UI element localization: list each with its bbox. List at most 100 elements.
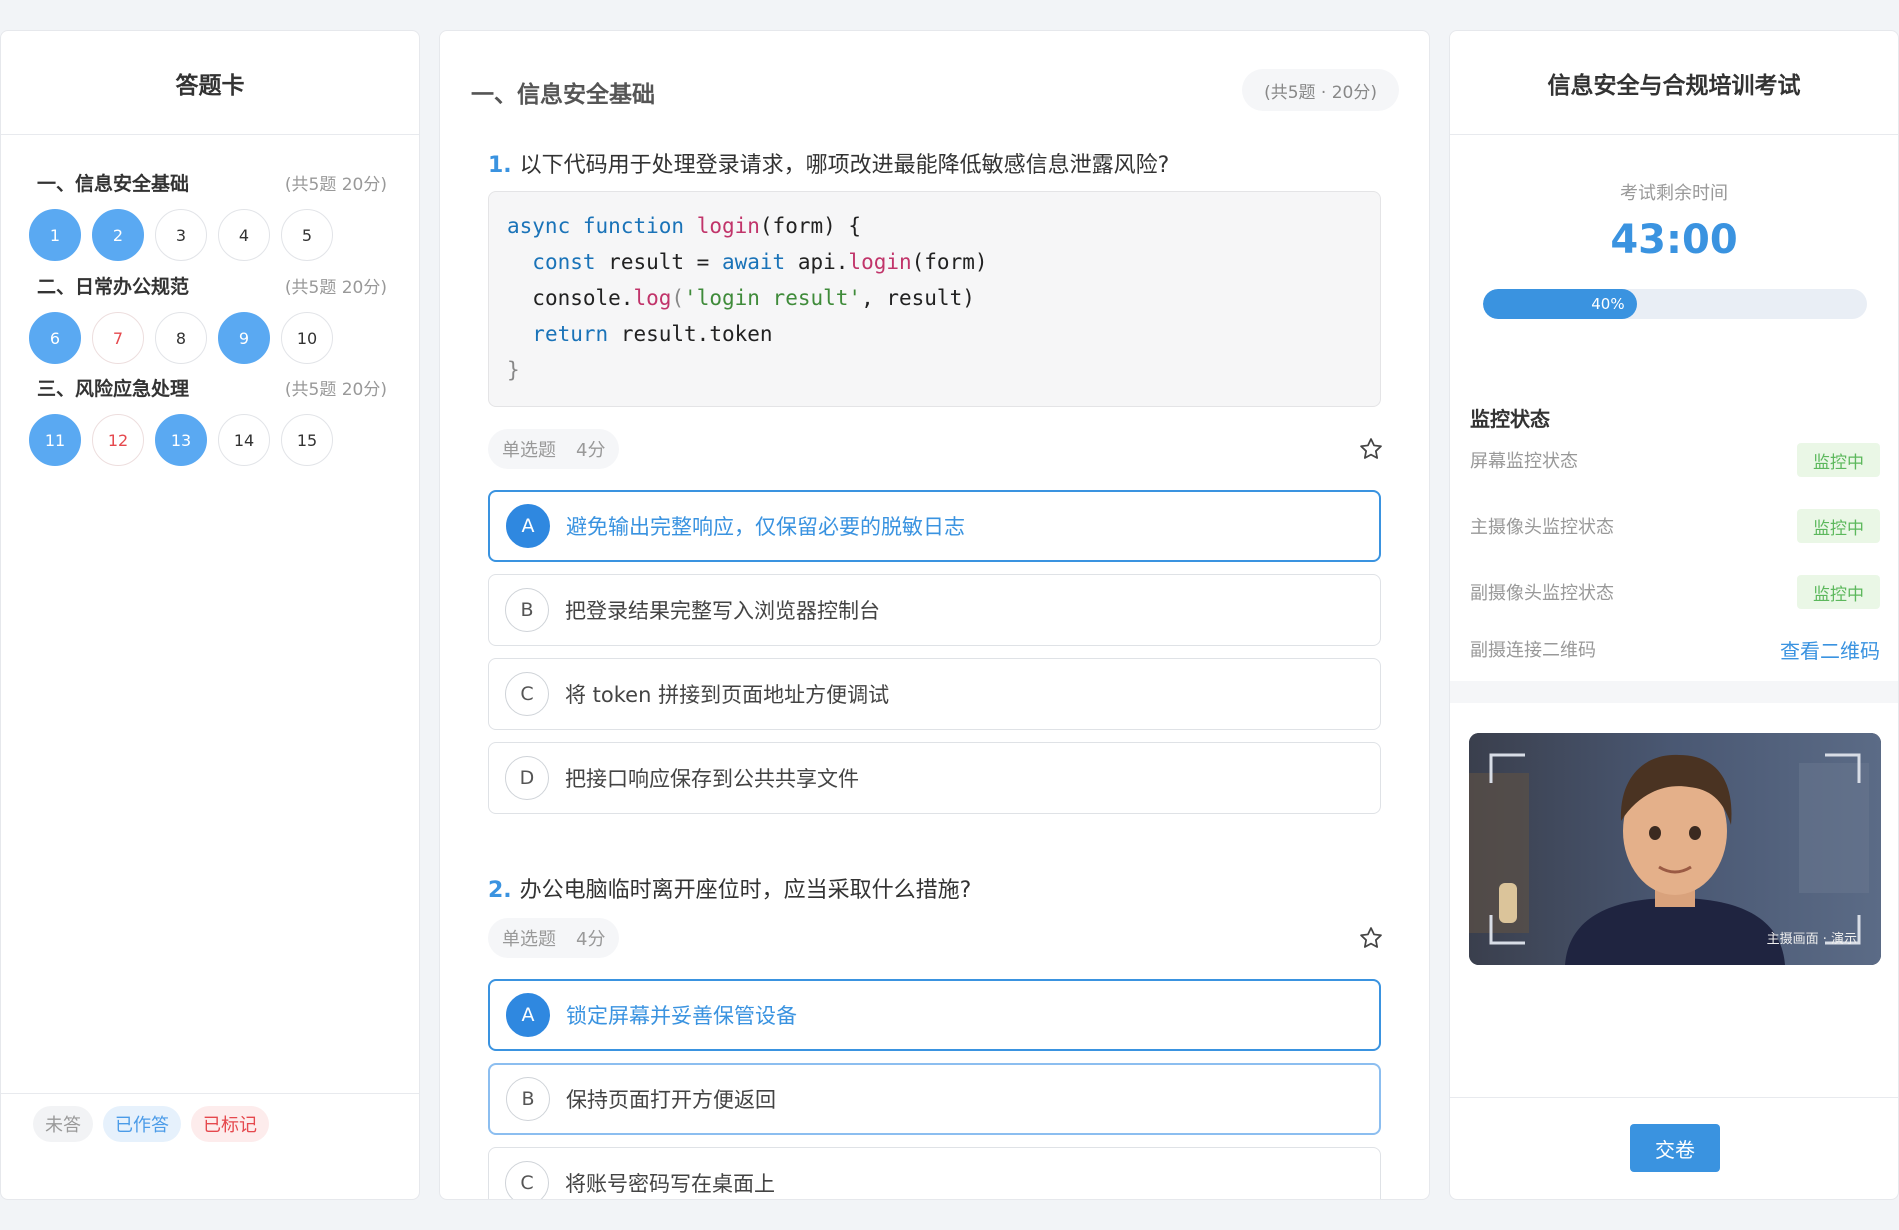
section-heading: 一、信息安全基础 <box>471 82 655 108</box>
code-token: result.token <box>620 322 773 346</box>
monitor-status-badge: 监控中 <box>1797 575 1880 609</box>
question-score: 4分 <box>576 440 606 461</box>
question-1-option-d[interactable]: D 把接口响应保存到公共共享文件 <box>488 742 1381 814</box>
option-letter: B <box>505 588 549 632</box>
option-text: 将账号密码写在桌面上 <box>565 1172 775 1196</box>
code-token: (form) <box>911 250 988 274</box>
option-text: 锁定屏幕并妥善保管设备 <box>566 1004 797 1028</box>
question-number-8[interactable]: 8 <box>155 312 207 364</box>
question-number-1[interactable]: 1 <box>29 209 81 261</box>
code-token: await <box>721 250 786 274</box>
monitor-title: 监控状态 <box>1470 407 1550 431</box>
code-token: , result) <box>861 286 975 310</box>
code-token: console. <box>532 286 634 310</box>
question-number-15[interactable]: 15 <box>281 414 333 466</box>
monitor-row-qr: 副摄连接二维码 查看二维码 <box>1470 631 1880 667</box>
question-2-meta: 单选题 4分 <box>488 918 620 958</box>
option-text: 将 token 拼接到页面地址方便调试 <box>565 683 890 707</box>
code-token: ( <box>671 286 685 310</box>
question-number-label: 2. <box>488 878 512 903</box>
answer-card-title: 答题卡 <box>1 31 419 135</box>
submit-exam-button[interactable]: 交卷 <box>1630 1124 1720 1172</box>
code-token: function <box>582 214 685 238</box>
section-subtitle: (共5题 20分) <box>284 175 387 195</box>
section-title: 二、日常办公规范 <box>37 276 190 298</box>
question-type: 单选题 <box>502 440 556 461</box>
legend-marked: 已标记 <box>191 1106 269 1142</box>
option-letter: C <box>505 1161 549 1199</box>
question-number-14[interactable]: 14 <box>218 414 270 466</box>
question-type: 单选题 <box>502 929 556 950</box>
option-text: 避免输出完整响应，仅保留必要的脱敏日志 <box>566 515 965 539</box>
question-number-9[interactable]: 9 <box>218 312 270 364</box>
star-icon[interactable] <box>1358 925 1384 951</box>
legend-answered: 已作答 <box>103 1106 181 1142</box>
question-2-option-a[interactable]: A 锁定屏幕并妥善保管设备 <box>488 979 1381 1051</box>
monitor-label: 副摄像头监控状态 <box>1470 583 1614 604</box>
star-icon[interactable] <box>1358 436 1384 462</box>
progress-fill: 40% <box>1483 289 1637 319</box>
section-subtitle: (共5题 20分) <box>284 278 387 298</box>
question-text: 办公电脑临时离开座位时，应当采取什么措施? <box>519 878 972 903</box>
code-token: const <box>532 250 596 274</box>
question-number-label: 1. <box>488 153 512 178</box>
option-letter: D <box>505 756 549 800</box>
monitor-label: 屏幕监控状态 <box>1470 451 1578 472</box>
code-token: login <box>848 250 912 274</box>
option-letter: B <box>506 1077 550 1121</box>
exam-info-panel: 信息安全与合规培训考试 考试剩余时间 43:00 40% 监控状态 屏幕监控状态… <box>1449 30 1899 1200</box>
question-number-13[interactable]: 13 <box>155 414 207 466</box>
question-text: 以下代码用于处理登录请求，哪项改进最能降低敏感信息泄露风险? <box>519 153 1170 178</box>
question-1-title: 1. 以下代码用于处理登录请求，哪项改进最能降低敏感信息泄露风险? <box>488 147 1169 179</box>
question-number-row: 1 2 3 4 5 <box>29 209 333 261</box>
question-2-title: 2. 办公电脑临时离开座位时，应当采取什么措施? <box>488 872 971 904</box>
question-2-option-b[interactable]: B 保持页面打开方便返回 <box>488 1063 1381 1135</box>
option-text: 把接口响应保存到公共共享文件 <box>565 767 859 791</box>
code-block: async function login(form) { const resul… <box>488 191 1381 407</box>
question-number-7[interactable]: 7 <box>92 312 144 364</box>
question-number-10[interactable]: 10 <box>281 312 333 364</box>
question-1-option-b[interactable]: B 把登录结果完整写入浏览器控制台 <box>488 574 1381 646</box>
countdown-timer: 43:00 <box>1610 217 1738 263</box>
code-token: api. <box>797 250 849 274</box>
section-title: 三、风险应急处理 <box>37 378 190 400</box>
question-1-option-a[interactable]: A 避免输出完整响应，仅保留必要的脱敏日志 <box>488 490 1381 562</box>
monitor-row-main-camera: 主摄像头监控状态 监控中 <box>1470 508 1880 544</box>
option-letter: C <box>505 672 549 716</box>
question-number-3[interactable]: 3 <box>155 209 207 261</box>
code-token: (form) { <box>759 214 862 238</box>
monitor-status-badge: 监控中 <box>1797 443 1880 477</box>
monitor-row-screen: 屏幕监控状态 监控中 <box>1470 442 1880 478</box>
camera-preview: 主摄画面 · 演示 <box>1469 733 1881 965</box>
question-number-12[interactable]: 12 <box>92 414 144 466</box>
monitor-row-sub-camera: 副摄像头监控状态 监控中 <box>1470 574 1880 610</box>
monitor-status-badge: 监控中 <box>1797 509 1880 543</box>
question-number-6[interactable]: 6 <box>29 312 81 364</box>
option-letter: A <box>506 504 550 548</box>
question-2-option-c[interactable]: C 将账号密码写在桌面上 <box>488 1147 1381 1199</box>
question-number-11[interactable]: 11 <box>29 414 81 466</box>
question-1-option-c[interactable]: C 将 token 拼接到页面地址方便调试 <box>488 658 1381 730</box>
option-letter: A <box>506 993 550 1037</box>
code-token: login <box>696 214 760 238</box>
question-panel: 一、信息安全基础 (共5题 · 20分) 1. 以下代码用于处理登录请求，哪项改进… <box>439 30 1430 1200</box>
section-title: 一、信息安全基础 <box>37 173 190 195</box>
code-token: result = <box>608 250 722 274</box>
camera-caption: 主摄画面 · 演示 <box>1766 932 1857 947</box>
view-qr-link[interactable]: 查看二维码 <box>1780 635 1880 664</box>
legend-unanswered: 未答 <box>33 1106 93 1142</box>
question-number-row: 6 7 8 9 10 <box>29 312 333 364</box>
section-subtitle: (共5题 20分) <box>284 380 387 400</box>
question-number-2[interactable]: 2 <box>92 209 144 261</box>
question-number-4[interactable]: 4 <box>218 209 270 261</box>
timer-label: 考试剩余时间 <box>1620 183 1728 204</box>
panel-divider <box>1450 681 1898 703</box>
question-number-5[interactable]: 5 <box>281 209 333 261</box>
question-1-meta: 单选题 4分 <box>488 429 620 469</box>
code-token: log <box>633 286 672 310</box>
option-text: 保持页面打开方便返回 <box>566 1088 776 1112</box>
question-score: 4分 <box>576 929 606 950</box>
exam-progress-bar: 40% <box>1483 289 1867 319</box>
answer-legend: 未答 已作答 已标记 <box>33 1106 269 1142</box>
exam-title: 信息安全与合规培训考试 <box>1450 31 1898 135</box>
